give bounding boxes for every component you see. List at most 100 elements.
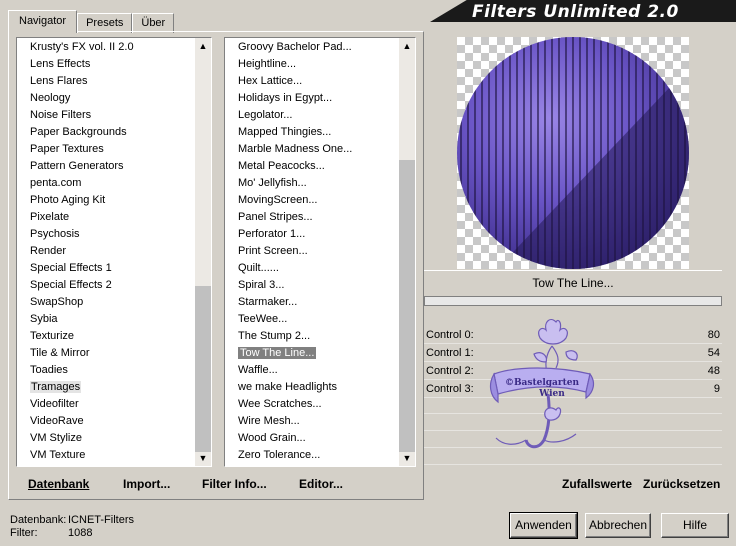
filter-item[interactable]: Spiral 3... xyxy=(225,277,399,294)
filter-scroll-thumb[interactable] xyxy=(399,160,415,452)
filter-item[interactable]: we make Headlights xyxy=(225,379,399,396)
status-filter-value: 1088 xyxy=(68,527,93,539)
category-item-label: Lens Effects xyxy=(30,58,91,70)
category-item[interactable]: Noise Filters xyxy=(17,107,195,124)
filter-item[interactable]: TeeWee... xyxy=(225,311,399,328)
filter-item-label: Wee Scratches... xyxy=(238,398,322,410)
category-item[interactable]: VM Stylize xyxy=(17,430,195,447)
category-item[interactable]: Videofilter xyxy=(17,396,195,413)
category-item[interactable]: Paper Backgrounds xyxy=(17,124,195,141)
category-item[interactable]: Pixelate xyxy=(17,209,195,226)
datenbank-button[interactable]: Datenbank xyxy=(28,477,89,491)
category-item[interactable]: VideoRave xyxy=(17,413,195,430)
control-value[interactable]: 9 xyxy=(714,380,720,398)
tab-presets[interactable]: Presets xyxy=(77,13,133,33)
category-item[interactable]: Tile & Mirror xyxy=(17,345,195,362)
filter-item-label: The Stump 2... xyxy=(238,330,311,342)
filter-item[interactable]: Wood Grain... xyxy=(225,430,399,447)
category-item[interactable]: Render xyxy=(17,243,195,260)
filter-item[interactable]: Tow The Line... xyxy=(225,345,399,362)
filter-scrollbar[interactable]: ▲ ▼ xyxy=(399,38,415,466)
category-item[interactable]: Sybia xyxy=(17,311,195,328)
import-button[interactable]: Import... xyxy=(123,477,170,491)
filter-item[interactable]: The Stump 2... xyxy=(225,328,399,345)
category-item-label: Lens Flares xyxy=(30,75,88,87)
filter-item[interactable]: Marble Madness One... xyxy=(225,141,399,158)
editor-button[interactable]: Editor... xyxy=(299,477,343,491)
status-db-value: ICNET-Filters xyxy=(68,514,134,526)
category-item[interactable]: VM Texture xyxy=(17,447,195,464)
watermark-logo: ©Bastelgarten Wien xyxy=(486,314,598,466)
scroll-up-icon[interactable]: ▲ xyxy=(195,38,211,54)
scroll-down-icon[interactable]: ▼ xyxy=(195,450,211,466)
category-scroll-thumb[interactable] xyxy=(195,286,211,452)
app-title: Filters Unlimited 2.0 xyxy=(472,2,679,22)
filter-item-label: Legolator... xyxy=(238,109,293,121)
category-item[interactable]: Photo Aging Kit xyxy=(17,192,195,209)
control-label: Control 2: xyxy=(426,365,474,377)
scroll-down-icon[interactable]: ▼ xyxy=(399,450,415,466)
filter-item[interactable]: Perforator 1... xyxy=(225,226,399,243)
tab-about[interactable]: Über xyxy=(132,13,175,33)
filter-item-label: Wire Mesh... xyxy=(238,415,300,427)
preview-image xyxy=(457,37,689,269)
filter-item[interactable]: Wire Mesh... xyxy=(225,413,399,430)
help-button[interactable]: Hilfe xyxy=(661,513,729,538)
filter-info-button[interactable]: Filter Info... xyxy=(202,477,267,491)
filter-item[interactable]: Holidays in Egypt... xyxy=(225,90,399,107)
category-list[interactable]: Krusty's FX vol. II 2.0 Lens Effects Lens … xyxy=(16,37,212,467)
current-filter-name: Tow The Line... xyxy=(532,276,614,290)
filter-item-label: TeeWee... xyxy=(238,313,288,325)
tab-navigator[interactable]: Navigator xyxy=(8,10,78,33)
filter-item[interactable]: Hex Lattice... xyxy=(225,73,399,90)
filter-item-label: Quilt...... xyxy=(238,262,279,274)
filter-item[interactable]: Starmaker... xyxy=(225,294,399,311)
filter-item-label: Perforator 1... xyxy=(238,228,306,240)
category-scrollbar[interactable]: ▲ ▼ xyxy=(195,38,211,466)
category-item[interactable]: penta.com xyxy=(17,175,195,192)
filter-item-label: Holidays in Egypt... xyxy=(238,92,333,104)
category-item[interactable]: Neology xyxy=(17,90,195,107)
filter-item[interactable]: Metal Peacocks... xyxy=(225,158,399,175)
category-item[interactable]: SwapShop xyxy=(17,294,195,311)
filter-item-label: Hex Lattice... xyxy=(238,75,303,87)
control-value[interactable]: 54 xyxy=(708,344,720,362)
category-item-label: Render xyxy=(30,245,67,257)
scroll-up-icon[interactable]: ▲ xyxy=(399,38,415,54)
filter-list[interactable]: Groovy Bachelor Pad... Heightline... Hex L… xyxy=(224,37,416,467)
filter-item[interactable]: Zero Tolerance... xyxy=(225,447,399,464)
control-value[interactable]: 80 xyxy=(708,326,720,344)
filter-item-label: Mapped Thingies... xyxy=(238,126,332,138)
filter-item[interactable]: Mo' Jellyfish... xyxy=(225,175,399,192)
category-item[interactable]: Krusty's FX vol. II 2.0 xyxy=(17,39,195,56)
category-item[interactable]: Texturize xyxy=(17,328,195,345)
filter-item[interactable]: MovingScreen... xyxy=(225,192,399,209)
filter-item[interactable]: Quilt...... xyxy=(225,260,399,277)
filter-item[interactable]: Heightline... xyxy=(225,56,399,73)
reset-button[interactable]: Zurücksetzen xyxy=(643,477,720,491)
filter-item[interactable]: Waffle... xyxy=(225,362,399,379)
category-item-label: Special Effects 1 xyxy=(30,262,112,274)
filter-item[interactable]: Print Screen... xyxy=(225,243,399,260)
category-item[interactable]: Tramages xyxy=(17,379,195,396)
randomize-button[interactable]: Zufallswerte xyxy=(562,477,632,491)
filter-item[interactable]: Groovy Bachelor Pad... xyxy=(225,39,399,56)
category-item[interactable]: Psychosis xyxy=(17,226,195,243)
category-item[interactable]: Special Effects 2 xyxy=(17,277,195,294)
category-item-label: Krusty's FX vol. II 2.0 xyxy=(30,41,134,53)
category-item[interactable]: Pattern Generators xyxy=(17,158,195,175)
filter-item[interactable]: Legolator... xyxy=(225,107,399,124)
progress-bar xyxy=(424,296,722,306)
control-value[interactable]: 48 xyxy=(708,362,720,380)
filter-item[interactable]: Panel Stripes... xyxy=(225,209,399,226)
filter-item[interactable]: Mapped Thingies... xyxy=(225,124,399,141)
apply-button[interactable]: Anwenden xyxy=(509,512,578,539)
cancel-button[interactable]: Abbrechen xyxy=(585,513,651,538)
category-item[interactable]: Toadies xyxy=(17,362,195,379)
filter-item-label: MovingScreen... xyxy=(238,194,318,206)
category-item[interactable]: Special Effects 1 xyxy=(17,260,195,277)
category-item[interactable]: Lens Effects xyxy=(17,56,195,73)
category-item[interactable]: Paper Textures xyxy=(17,141,195,158)
filter-item[interactable]: Wee Scratches... xyxy=(225,396,399,413)
category-item[interactable]: Lens Flares xyxy=(17,73,195,90)
